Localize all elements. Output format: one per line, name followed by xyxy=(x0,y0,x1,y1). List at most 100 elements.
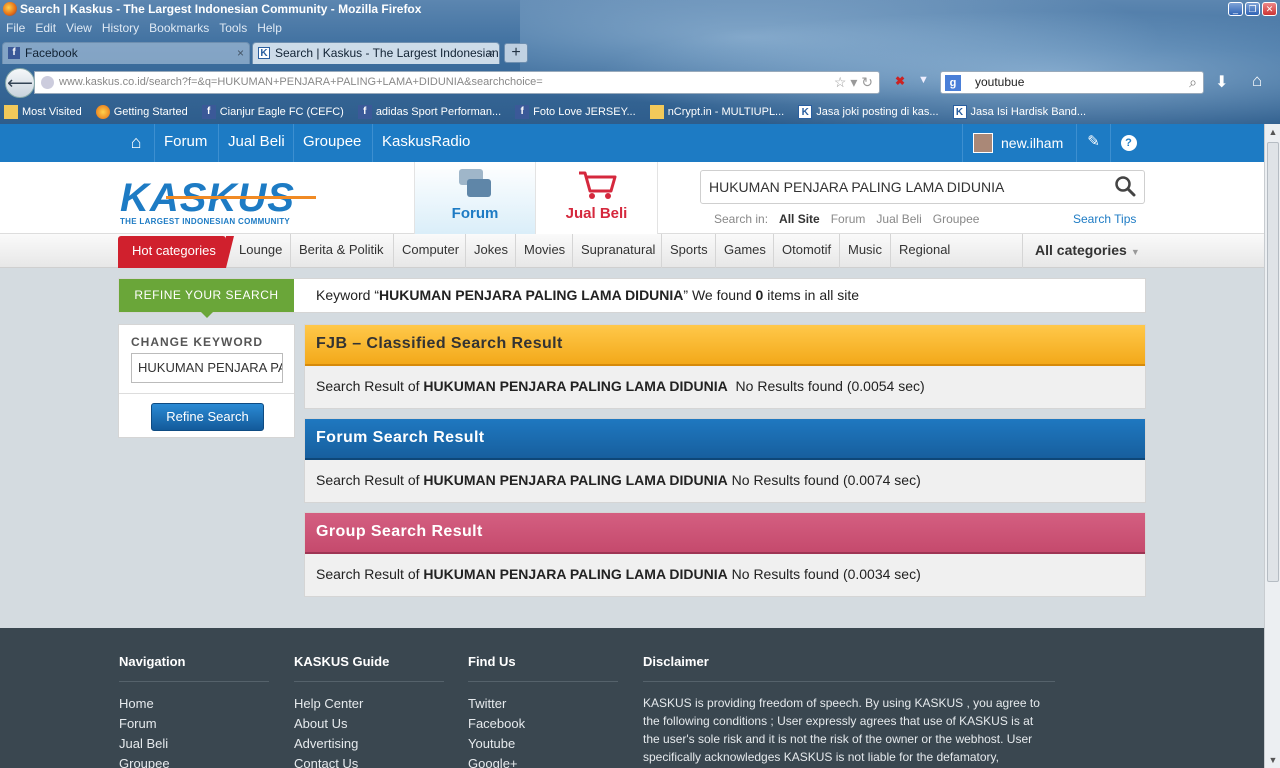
download-icon[interactable]: ⬇ xyxy=(1215,72,1228,92)
hot-categories-button[interactable]: Hot categories xyxy=(118,236,234,268)
search-tips-link[interactable]: Search Tips xyxy=(1073,212,1136,226)
nav-groupee[interactable]: Groupee xyxy=(293,124,370,162)
footer-link-groupee[interactable]: Groupee xyxy=(119,754,269,768)
browser-search-input[interactable]: g youtubue ⌕ xyxy=(940,71,1204,94)
result-keyword: HUKUMAN PENJARA PALING LAMA DIDUNIA xyxy=(423,566,728,582)
footer-link-google-plus[interactable]: Google+ xyxy=(468,754,618,768)
menu-bookmarks[interactable]: Bookmarks xyxy=(149,21,209,35)
addon-icon[interactable]: ✖ xyxy=(895,74,909,90)
forum-results-body: Search Result of HUKUMAN PENJARA PALING … xyxy=(305,460,1145,502)
bookmark-label: Foto Love JERSEY... xyxy=(533,106,636,118)
footer-link-youtube[interactable]: Youtube xyxy=(468,734,618,754)
category-regional[interactable]: Regional xyxy=(890,234,958,268)
facebook-icon: f xyxy=(357,105,372,119)
bookmark-most-visited[interactable]: Most Visited xyxy=(4,102,82,122)
category-movies[interactable]: Movies xyxy=(515,234,573,268)
bookmark-jasa-isi-hardisk[interactable]: K Jasa Isi Hardisk Band... xyxy=(952,102,1086,122)
footer-heading: Find Us xyxy=(468,654,618,682)
bookmark-star-reload-icons[interactable]: ☆ ▾ ↻ xyxy=(834,72,873,93)
category-sports[interactable]: Sports xyxy=(661,234,716,268)
tab-facebook[interactable]: f Facebook × xyxy=(2,42,250,64)
footer-link-jual-beli[interactable]: Jual Beli xyxy=(119,734,269,754)
footer-disclaimer: Disclaimer KASKUS is providing freedom o… xyxy=(643,654,1055,766)
footer-link-about-us[interactable]: About Us xyxy=(294,714,444,734)
fjb-results-title: FJB – Classified Search Result xyxy=(305,325,1145,366)
scope-all-site[interactable]: All Site xyxy=(779,212,820,226)
address-bar[interactable]: www.kaskus.co.id/search?f=&q=HUKUMAN+PEN… xyxy=(34,71,880,94)
category-computer[interactable]: Computer xyxy=(393,234,467,268)
category-otomotif[interactable]: Otomotif xyxy=(773,234,839,268)
kaskus-icon: K xyxy=(258,47,270,59)
search-icon[interactable] xyxy=(1114,175,1136,197)
new-tab-button[interactable]: + xyxy=(504,43,528,63)
nav-jual-beli[interactable]: Jual Beli xyxy=(218,124,294,162)
scope-jual-beli[interactable]: Jual Beli xyxy=(876,212,921,226)
scroll-up-icon[interactable]: ▲ xyxy=(1267,126,1279,138)
tab-kaskus-search[interactable]: K Search | Kaskus - The Largest Indonesi… xyxy=(252,42,500,80)
close-window-button[interactable]: ✕ xyxy=(1262,2,1277,16)
browser-chrome: Search | Kaskus - The Largest Indonesian… xyxy=(0,0,1280,124)
vertical-scrollbar[interactable]: ▲ ▼ xyxy=(1264,124,1280,768)
help-button[interactable]: ? xyxy=(1110,124,1146,162)
forum-results-panel: Forum Search Result Search Result of HUK… xyxy=(304,418,1146,503)
category-lounge[interactable]: Lounge xyxy=(231,234,290,268)
menu-tools[interactable]: Tools xyxy=(219,21,247,35)
menu-history[interactable]: History xyxy=(102,21,139,35)
category-jokes[interactable]: Jokes xyxy=(465,234,516,268)
bookmark-foto-love-jersey[interactable]: f Foto Love JERSEY... xyxy=(515,102,636,122)
bookmark-jasa-joki[interactable]: K Jasa joki posting di kas... xyxy=(798,102,939,122)
bookmark-adidas[interactable]: f adidas Sport Performan... xyxy=(357,102,501,122)
refine-search-button[interactable]: Refine Search xyxy=(151,403,264,431)
tab-jual-beli[interactable]: Jual Beli xyxy=(536,162,658,234)
footer-link-facebook[interactable]: Facebook xyxy=(468,714,618,734)
close-tab-icon[interactable]: × xyxy=(237,43,244,63)
summary-text: ” We found xyxy=(683,287,756,303)
footer-link-home[interactable]: Home xyxy=(119,694,269,714)
category-music[interactable]: Music xyxy=(839,234,890,268)
restore-button[interactable]: ❐ xyxy=(1245,2,1260,16)
change-keyword-input[interactable]: HUKUMAN PENJARA PALING LAMA DIDUNIA xyxy=(131,353,283,383)
menu-bar: File Edit View History Bookmarks Tools H… xyxy=(6,21,282,35)
footer-link-twitter[interactable]: Twitter xyxy=(468,694,618,714)
close-tab-icon[interactable]: × xyxy=(487,43,494,63)
scope-forum[interactable]: Forum xyxy=(831,212,866,226)
menu-file[interactable]: File xyxy=(6,21,25,35)
footer-heading: Navigation xyxy=(119,654,269,682)
scrollbar-thumb[interactable] xyxy=(1267,142,1279,582)
kaskus-header: KASKUS THE LARGEST INDONESIAN COMMUNITY … xyxy=(0,162,1264,234)
category-games[interactable]: Games xyxy=(715,234,774,268)
category-supranatural[interactable]: Supranatural xyxy=(572,234,663,268)
all-categories-dropdown[interactable]: All categories ▼ xyxy=(1022,234,1145,268)
footer-link-help-center[interactable]: Help Center xyxy=(294,694,444,714)
home-icon[interactable]: ⌂ xyxy=(1252,71,1262,91)
search-icon[interactable]: ⌕ xyxy=(1189,72,1197,93)
bookmark-ncrypt[interactable]: nCrypt.in - MULTIUPL... xyxy=(649,102,784,122)
pencil-icon[interactable]: ✎ xyxy=(1076,124,1110,162)
bookmark-cefc[interactable]: f Cianjur Eagle FC (CEFC) xyxy=(201,102,344,122)
footer-link-contact-us[interactable]: Contact Us xyxy=(294,754,444,768)
footer-link-forum[interactable]: Forum xyxy=(119,714,269,734)
scroll-down-icon[interactable]: ▼ xyxy=(1267,754,1279,766)
group-results-panel: Group Search Result Search Result of HUK… xyxy=(304,512,1146,597)
back-button[interactable]: ⟵ xyxy=(5,68,35,98)
user-menu[interactable]: new.ilham xyxy=(962,124,1076,162)
chevron-down-icon[interactable]: ▼ xyxy=(918,74,929,86)
minimize-button[interactable]: _ xyxy=(1228,2,1243,16)
bookmark-getting-started[interactable]: Getting Started xyxy=(95,102,188,122)
site-search-input[interactable]: HUKUMAN PENJARA PALING LAMA DIDUNIA xyxy=(700,170,1145,204)
kaskus-logo[interactable]: KASKUS THE LARGEST INDONESIAN COMMUNITY xyxy=(120,178,316,226)
footer: Navigation Home Forum Jual Beli Groupee … xyxy=(0,628,1264,768)
menu-view[interactable]: View xyxy=(66,21,92,35)
tab-forum[interactable]: Forum xyxy=(414,162,536,234)
footer-link-advertising[interactable]: Advertising xyxy=(294,734,444,754)
nav-forum[interactable]: Forum xyxy=(154,124,216,162)
scope-groupee[interactable]: Groupee xyxy=(933,212,980,226)
footer-navigation: Navigation Home Forum Jual Beli Groupee xyxy=(119,654,269,768)
home-icon[interactable]: ⌂ xyxy=(120,124,152,162)
summary-text: items in all site xyxy=(763,287,860,303)
category-berita-politik[interactable]: Berita & Politik xyxy=(290,234,392,268)
menu-help[interactable]: Help xyxy=(257,21,282,35)
menu-edit[interactable]: Edit xyxy=(35,21,56,35)
footer-find-us: Find Us Twitter Facebook Youtube Google+ xyxy=(468,654,618,768)
nav-kaskusradio[interactable]: KaskusRadio xyxy=(372,124,479,162)
